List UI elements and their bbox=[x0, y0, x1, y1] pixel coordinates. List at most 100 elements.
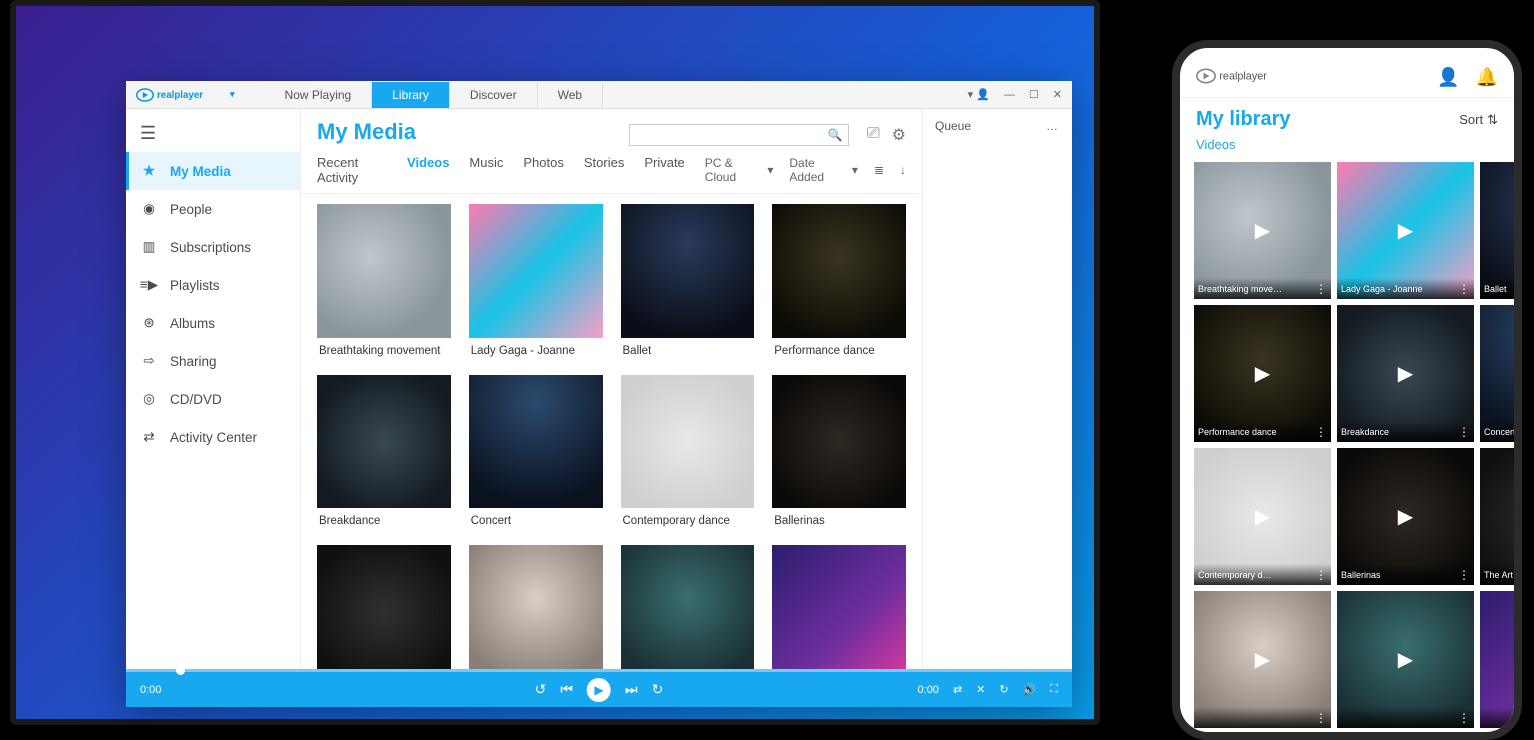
sidebar-item-playlists[interactable]: ≡▶Playlists bbox=[126, 266, 300, 304]
chevron-down-icon: ▾ bbox=[767, 163, 773, 177]
video-card[interactable]: Breakdance bbox=[317, 375, 451, 530]
video-card[interactable] bbox=[317, 545, 451, 669]
queue-more-icon[interactable]: … bbox=[1046, 119, 1060, 133]
video-card[interactable]: Ballet bbox=[621, 204, 755, 359]
forward-10-icon[interactable]: ↻ bbox=[652, 681, 664, 698]
video-card[interactable]: Breathtaking movement bbox=[317, 204, 451, 359]
next-track-icon[interactable]: ⏭ bbox=[625, 681, 638, 698]
more-icon[interactable]: ⋮ bbox=[1315, 425, 1327, 439]
bell-icon[interactable]: 🔔 bbox=[1476, 67, 1498, 88]
phone-video-card[interactable]: ▶Breathtaking move…⋮ bbox=[1194, 162, 1331, 299]
play-button[interactable]: ▶ bbox=[587, 678, 611, 702]
phone-video-card[interactable]: ▶⋮ bbox=[1480, 591, 1514, 728]
fullscreen-icon[interactable]: ⛶ bbox=[1050, 683, 1058, 696]
phone-video-card[interactable]: ▶Ballerinas⋮ bbox=[1337, 448, 1474, 585]
previous-track-icon[interactable]: ⏮ bbox=[560, 681, 573, 698]
phone-video-title: Lady Gaga - Joanne bbox=[1341, 284, 1423, 294]
sort-dropdown[interactable]: Date Added ▾ bbox=[789, 156, 858, 184]
sub-tab-recent-activity[interactable]: Recent Activity bbox=[317, 155, 387, 185]
queue-toggle-icon[interactable]: ⇄ bbox=[953, 683, 962, 696]
phone-video-card[interactable]: ▶⋮ bbox=[1194, 591, 1331, 728]
sidebar-item-albums[interactable]: ⊛Albums bbox=[126, 304, 300, 342]
phone-video-card[interactable]: ▶Contemporary d…⋮ bbox=[1194, 448, 1331, 585]
location-filter[interactable]: PC & Cloud ▾ bbox=[705, 156, 774, 184]
phone-video-card[interactable]: ▶The Art of Move…⋮ bbox=[1480, 448, 1514, 585]
sidebar-item-subscriptions[interactable]: ▥Subscriptions bbox=[126, 228, 300, 266]
phone-video-card[interactable]: ▶Performance dance⋮ bbox=[1194, 305, 1331, 442]
download-icon[interactable]: ↓ bbox=[900, 163, 906, 177]
video-card[interactable] bbox=[772, 545, 906, 669]
sidebar-item-my-media[interactable]: ★My Media bbox=[126, 152, 300, 190]
realplayer-logo-icon: realplayer bbox=[136, 86, 226, 104]
video-card[interactable]: Ballerinas bbox=[772, 375, 906, 530]
phone-video-title: Ballerinas bbox=[1341, 570, 1381, 580]
sidebar-item-people[interactable]: ◉People bbox=[126, 190, 300, 228]
sub-tab-private[interactable]: Private bbox=[644, 155, 684, 185]
list-view-icon[interactable]: ≣ bbox=[874, 163, 884, 177]
phone-video-caption: Ballet⋮ bbox=[1480, 278, 1514, 299]
video-card[interactable]: Concert bbox=[469, 375, 603, 530]
phone-video-title: Contemporary d… bbox=[1198, 570, 1272, 580]
sub-tab-videos[interactable]: Videos bbox=[407, 155, 449, 185]
sidebar-item-sharing[interactable]: ⇨Sharing bbox=[126, 342, 300, 380]
phone-app: realplayer 👤 🔔 My library Sort ⇅ Videos … bbox=[1180, 48, 1514, 732]
cast-icon[interactable]: ⎚ bbox=[867, 125, 880, 145]
main-tab-now-playing[interactable]: Now Playing bbox=[265, 82, 373, 108]
rewind-10-icon[interactable]: ↺ bbox=[535, 681, 547, 698]
repeat-icon[interactable]: ↻ bbox=[999, 683, 1008, 696]
video-card[interactable]: Lady Gaga - Joanne bbox=[469, 204, 603, 359]
gear-icon[interactable]: ⚙ bbox=[892, 125, 906, 145]
video-card[interactable] bbox=[469, 545, 603, 669]
more-icon[interactable]: ⋮ bbox=[1458, 568, 1470, 582]
search-icon[interactable]: 🔍 bbox=[828, 128, 843, 142]
more-icon[interactable]: ⋮ bbox=[1315, 711, 1327, 725]
sub-tab-stories[interactable]: Stories bbox=[584, 155, 624, 185]
sub-tab-music[interactable]: Music bbox=[469, 155, 503, 185]
player-bar: 0:00 ↺ ⏮ ▶ ⏭ ↻ 0:00 ⇄ ✕ ↻ 🔊 ⛶ bbox=[126, 669, 1072, 707]
sidebar-item-label: Activity Center bbox=[170, 430, 257, 445]
maximize-button[interactable]: ☐ bbox=[1029, 88, 1039, 101]
sidebar-item-cd-dvd[interactable]: ◎CD/DVD bbox=[126, 380, 300, 418]
progress-track[interactable] bbox=[126, 669, 1072, 672]
main-tab-library[interactable]: Library bbox=[372, 82, 450, 108]
hamburger-menu-icon[interactable]: ☰ bbox=[126, 115, 300, 152]
search-input[interactable] bbox=[629, 124, 849, 146]
app-body: ☰ ★My Media◉People▥Subscriptions≡▶Playli… bbox=[126, 109, 1072, 669]
phone-video-card[interactable]: ▶⋮ bbox=[1337, 591, 1474, 728]
volume-icon[interactable]: 🔊 bbox=[1023, 683, 1037, 696]
duration-time: 0:00 bbox=[918, 684, 939, 696]
shuffle-icon[interactable]: ✕ bbox=[976, 683, 985, 696]
account-icon[interactable]: 👤 bbox=[1437, 67, 1459, 88]
video-card[interactable]: Contemporary dance bbox=[621, 375, 755, 530]
logo-dropdown-icon[interactable]: ▾ bbox=[230, 89, 235, 100]
progress-handle[interactable] bbox=[176, 666, 185, 675]
phone-video-card[interactable]: ▶Breakdance⋮ bbox=[1337, 305, 1474, 442]
titlebar: realplayer ▾ Now PlayingLibraryDiscoverW… bbox=[126, 81, 1072, 109]
phone-video-title: Performance dance bbox=[1198, 427, 1277, 437]
more-icon[interactable]: ⋮ bbox=[1458, 425, 1470, 439]
phone-video-card[interactable]: ▶Ballet⋮ bbox=[1480, 162, 1514, 299]
phone-video-card[interactable]: ▶Lady Gaga - Joanne⋮ bbox=[1337, 162, 1474, 299]
more-icon[interactable]: ⋮ bbox=[1315, 282, 1327, 296]
video-thumbnail bbox=[772, 375, 906, 509]
video-card[interactable]: Performance dance bbox=[772, 204, 906, 359]
video-card[interactable] bbox=[621, 545, 755, 669]
minimize-button[interactable]: — bbox=[1004, 89, 1015, 101]
more-icon[interactable]: ⋮ bbox=[1315, 568, 1327, 582]
search-field[interactable]: 🔍 bbox=[629, 124, 849, 146]
main-tab-web[interactable]: Web bbox=[538, 82, 603, 108]
video-title: Performance dance bbox=[772, 338, 906, 359]
phone-video-card[interactable]: ▶Concert⋮ bbox=[1480, 305, 1514, 442]
video-grid: Breathtaking movementLady Gaga - JoanneB… bbox=[301, 194, 922, 669]
more-icon[interactable]: ⋮ bbox=[1458, 282, 1470, 296]
sidebar-item-activity-center[interactable]: ⇄Activity Center bbox=[126, 418, 300, 456]
account-dropdown-icon[interactable]: ▾ 👤 bbox=[968, 88, 990, 101]
more-icon[interactable]: ⋮ bbox=[1458, 711, 1470, 725]
close-button[interactable]: ✕ bbox=[1053, 88, 1062, 101]
main-tab-discover[interactable]: Discover bbox=[450, 82, 538, 108]
video-thumbnail bbox=[772, 545, 906, 669]
sub-tab-photos[interactable]: Photos bbox=[523, 155, 563, 185]
phone-sort-button[interactable]: Sort ⇅ bbox=[1459, 112, 1498, 128]
video-thumbnail bbox=[469, 204, 603, 338]
playlist-icon: ≡▶ bbox=[140, 276, 158, 294]
